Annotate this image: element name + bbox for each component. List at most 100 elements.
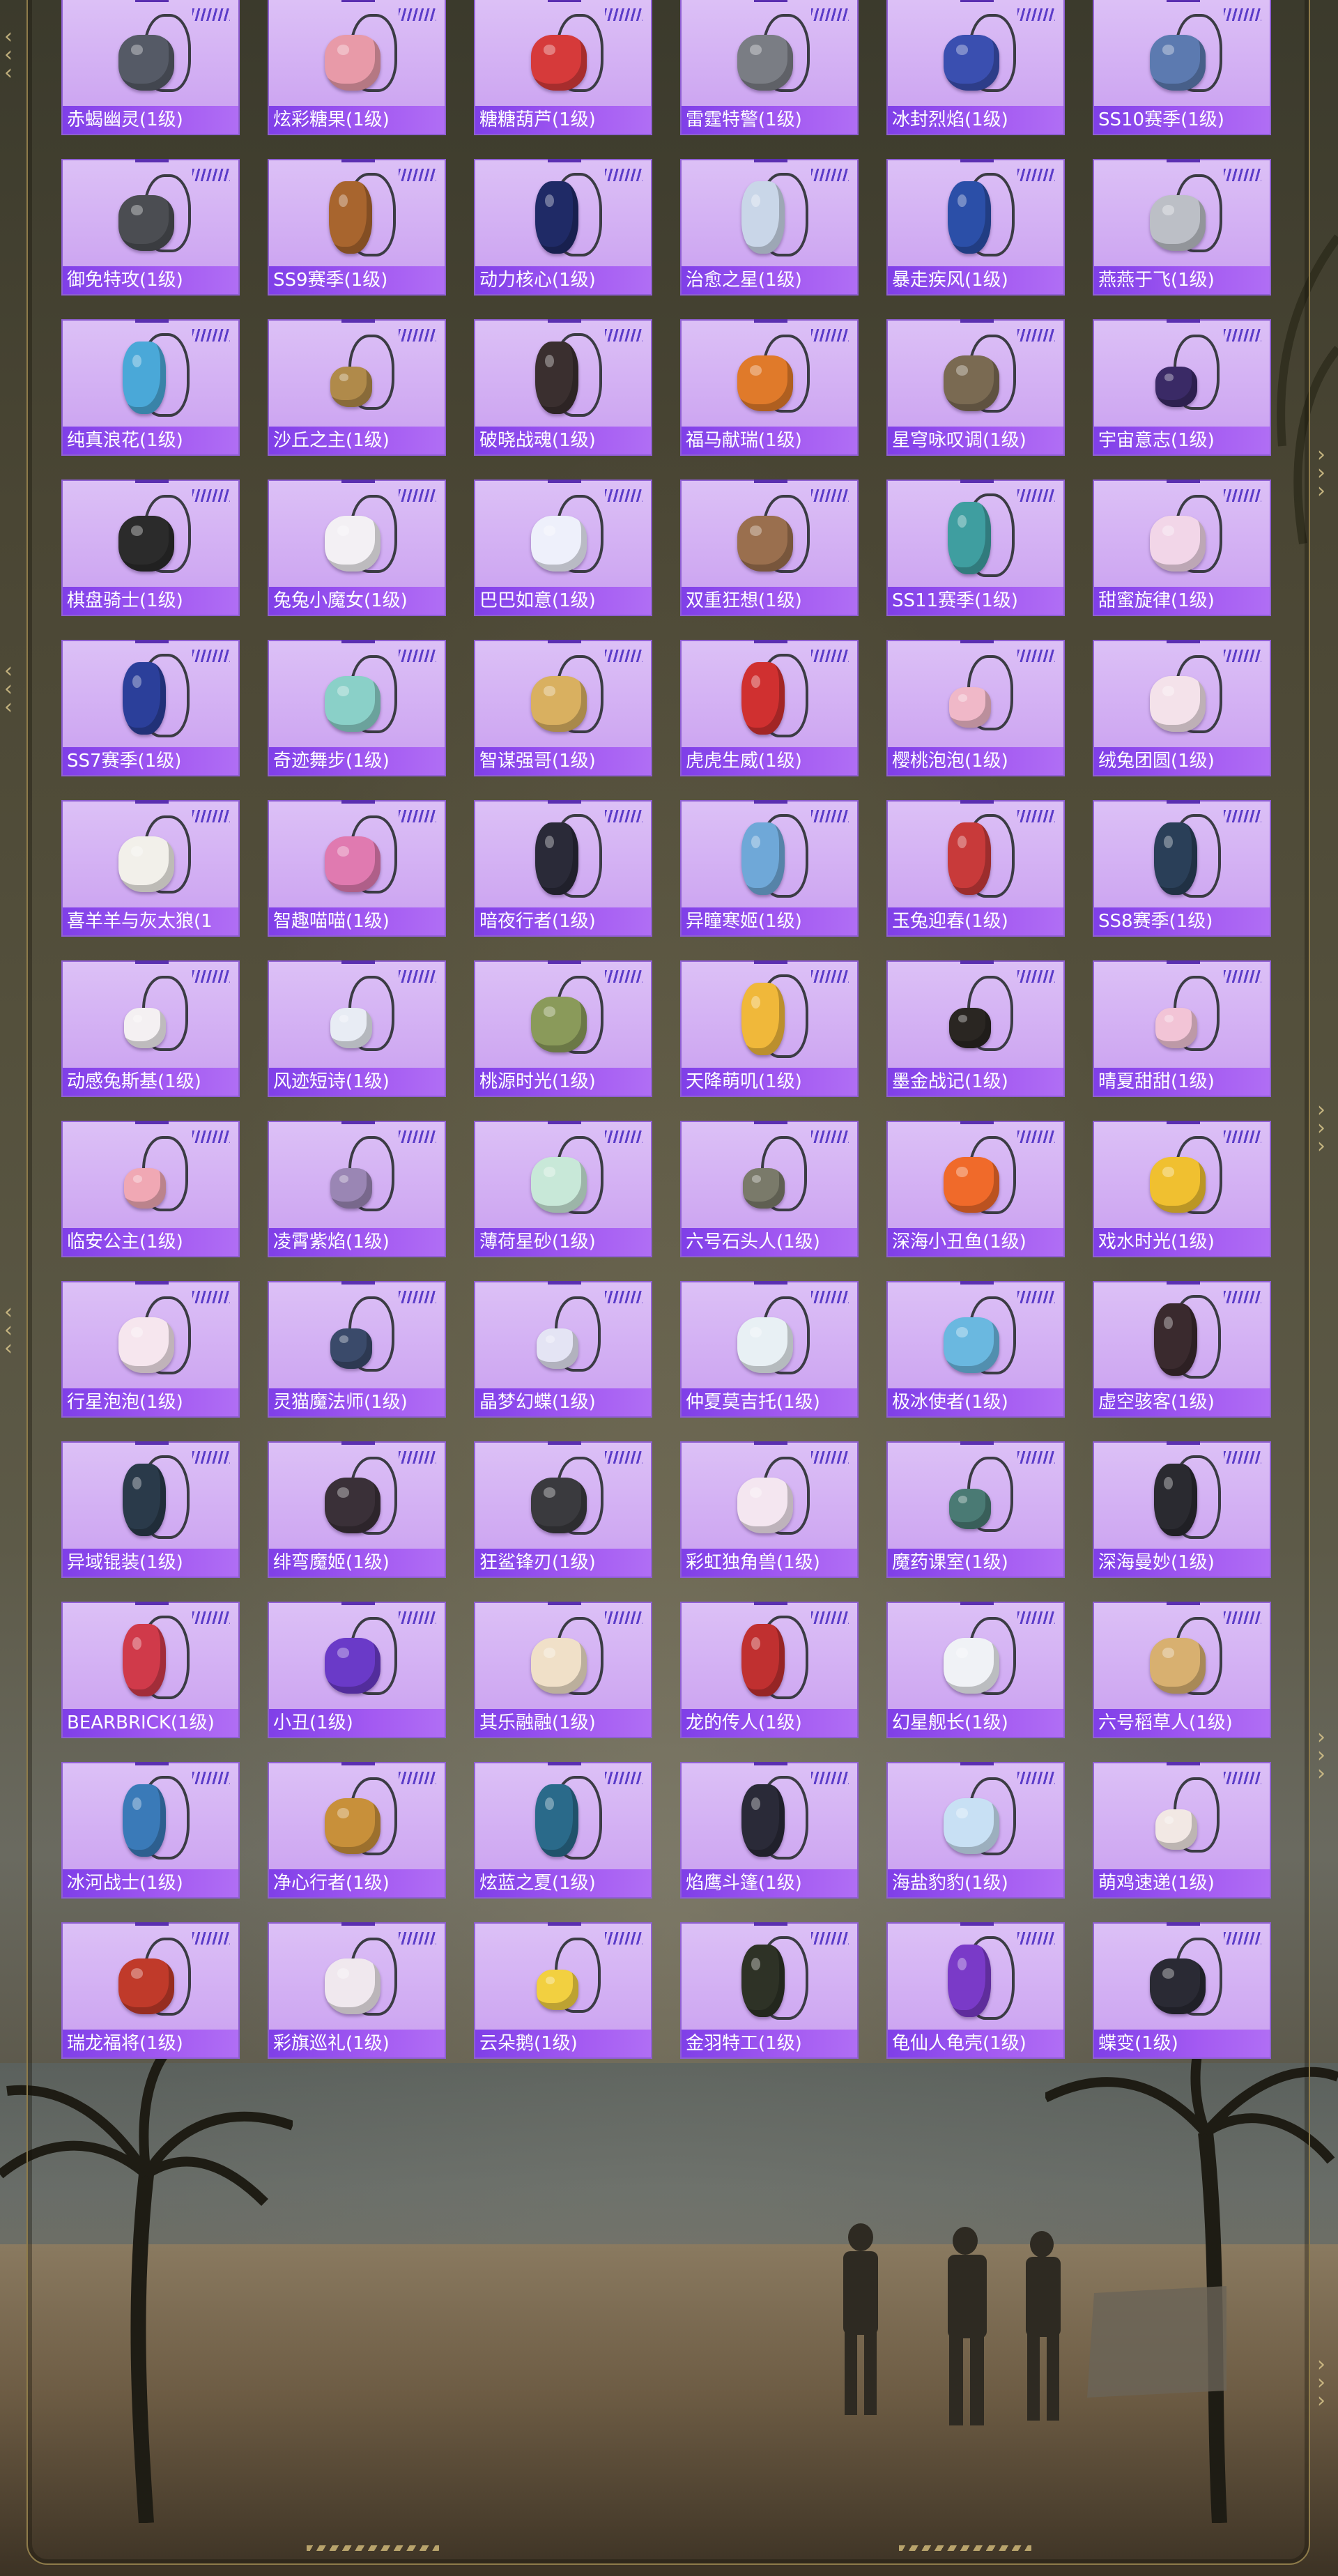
backpack-item-card[interactable]: 绯弯魔姬(1级): [268, 1441, 446, 1578]
backpack-item-card[interactable]: 沙丘之主(1级): [268, 319, 446, 456]
backpack-item-card[interactable]: 星穹咏叹调(1级): [886, 319, 1065, 456]
backpack-item-card[interactable]: 深海小丑鱼(1级): [886, 1121, 1065, 1257]
backpack-item-card[interactable]: SS7赛季(1级): [61, 640, 240, 776]
backpack-item-card[interactable]: 其乐融融(1级): [474, 1602, 652, 1738]
item-name-label: SS9赛季(1级): [269, 266, 445, 294]
backpack-item-card[interactable]: 奇迹舞步(1级): [268, 640, 446, 776]
backpack-item-card[interactable]: BEARBRICK(1级): [61, 1602, 240, 1738]
scarlet-witch-backpack-icon: [311, 1452, 406, 1542]
backpack-item-card[interactable]: 炫彩糖果(1级): [268, 0, 446, 135]
backpack-item-card[interactable]: SS9赛季(1级): [268, 159, 446, 296]
bag-icon-part: [325, 516, 380, 572]
backpack-item-card[interactable]: 动力核心(1级): [474, 159, 652, 296]
item-name-label: 喜羊羊与灰太狼(1: [63, 907, 238, 935]
backpack-item-card[interactable]: SS10赛季(1级): [1093, 0, 1271, 135]
backpack-item-card[interactable]: 风迹短诗(1级): [268, 960, 446, 1097]
backpack-item-card[interactable]: 喜羊羊与灰太狼(1: [61, 800, 240, 937]
backpack-item-card[interactable]: 绒兔团圆(1级): [1093, 640, 1271, 776]
backpack-item-card[interactable]: 凌霄紫焰(1级): [268, 1121, 446, 1257]
backpack-item-card[interactable]: 净心行者(1级): [268, 1762, 446, 1899]
right-chevrons-decoration: › › ›: [1317, 1725, 1325, 1786]
backpack-item-card[interactable]: 彩旗巡礼(1级): [268, 1922, 446, 2059]
backpack-item-card[interactable]: 智趣喵喵(1级): [268, 800, 446, 937]
bag-icon-part: [1155, 367, 1197, 407]
backpack-item-card[interactable]: 赤蝎幽灵(1级): [61, 0, 240, 135]
candy-backpack-icon: [311, 10, 406, 99]
backpack-item-card[interactable]: 戏水时光(1级): [1093, 1121, 1271, 1257]
smart-cat-backpack-icon: [311, 811, 406, 900]
backpack-item-card[interactable]: 双重狂想(1级): [680, 480, 859, 616]
backpack-item-card[interactable]: 灵猫魔法师(1级): [268, 1281, 446, 1418]
bag-icon-part: [118, 35, 174, 91]
backpack-item-card[interactable]: 福马献瑞(1级): [680, 319, 859, 456]
backpack-item-card[interactable]: 炫蓝之夏(1级): [474, 1762, 652, 1899]
backpack-item-card[interactable]: 狂鲨锋刃(1级): [474, 1441, 652, 1578]
backpack-item-card[interactable]: 暴走疾风(1级): [886, 159, 1065, 296]
backpack-item-card[interactable]: 蝶变(1级): [1093, 1922, 1271, 2059]
backpack-item-card[interactable]: 治愈之星(1级): [680, 159, 859, 296]
backpack-item-card[interactable]: 雷霆特警(1级): [680, 0, 859, 135]
backpack-item-card[interactable]: 宇宙意志(1级): [1093, 319, 1271, 456]
item-name-label: 治愈之星(1级): [682, 266, 857, 294]
backpack-item-card[interactable]: 樱桃泡泡(1级): [886, 640, 1065, 776]
backpack-item-card[interactable]: 深海曼妙(1级): [1093, 1441, 1271, 1578]
backpack-item-card[interactable]: 极冰使者(1级): [886, 1281, 1065, 1418]
item-name-label: 冰封烈焰(1级): [888, 106, 1063, 134]
backpack-item-card[interactable]: 幻星舰长(1级): [886, 1602, 1065, 1738]
backpack-item-card[interactable]: 云朵鹅(1级): [474, 1922, 652, 2059]
backpack-item-card[interactable]: 晴夏甜甜(1级): [1093, 960, 1271, 1097]
backpack-item-card[interactable]: SS11赛季(1级): [886, 480, 1065, 616]
bag-icon-part: [325, 836, 380, 892]
backpack-item-card[interactable]: 糖糖葫芦(1级): [474, 0, 652, 135]
item-name-label: 棋盘骑士(1级): [63, 587, 238, 615]
backpack-item-card[interactable]: 兔兔小魔女(1级): [268, 480, 446, 616]
backpack-item-card[interactable]: 动感兔斯基(1级): [61, 960, 240, 1097]
backpack-item-card[interactable]: 桃源时光(1级): [474, 960, 652, 1097]
backpack-item-card[interactable]: 虎虎生威(1级): [680, 640, 859, 776]
backpack-item-card[interactable]: 异瞳寒姬(1级): [680, 800, 859, 937]
backpack-item-card[interactable]: 晶梦幻蝶(1级): [474, 1281, 652, 1418]
backpack-item-card[interactable]: 六号石头人(1级): [680, 1121, 859, 1257]
backpack-item-card[interactable]: 龙的传人(1级): [680, 1602, 859, 1738]
backpack-item-card[interactable]: 冰河战士(1级): [61, 1762, 240, 1899]
bag-icon-part: [325, 1638, 380, 1694]
backpack-item-card[interactable]: 仲夏莫吉托(1级): [680, 1281, 859, 1418]
backpack-item-card[interactable]: 纯真浪花(1级): [61, 319, 240, 456]
backpack-item-card[interactable]: 破晓战魂(1级): [474, 319, 652, 456]
backpack-item-card[interactable]: 魔药课室(1级): [886, 1441, 1065, 1578]
backpack-item-card[interactable]: 墨金战记(1级): [886, 960, 1065, 1097]
miracle-dance-backpack-icon: [311, 651, 406, 740]
backpack-item-card[interactable]: 薄荷星砂(1级): [474, 1121, 652, 1257]
backpack-item-card[interactable]: 临安公主(1级): [61, 1121, 240, 1257]
backpack-item-card[interactable]: 棋盘骑士(1级): [61, 480, 240, 616]
backpack-item-card[interactable]: 小丑(1级): [268, 1602, 446, 1738]
backpack-item-card[interactable]: 暗夜行者(1级): [474, 800, 652, 937]
backpack-item-card[interactable]: 甜蜜旋律(1级): [1093, 480, 1271, 616]
item-name-label: 福马献瑞(1级): [682, 427, 857, 454]
backpack-item-card[interactable]: 虚空骇客(1级): [1093, 1281, 1271, 1418]
backpack-item-card[interactable]: 六号稻草人(1级): [1093, 1602, 1271, 1738]
backpack-item-card[interactable]: SS8赛季(1级): [1093, 800, 1271, 937]
backpack-item-card[interactable]: 御免特攻(1级): [61, 159, 240, 296]
backpack-item-card[interactable]: 天降萌叽(1级): [680, 960, 859, 1097]
bag-icon-part: [535, 181, 578, 254]
backpack-item-card[interactable]: 玉兔迎春(1级): [886, 800, 1065, 937]
item-name-label: 狂鲨锋刃(1级): [475, 1549, 651, 1577]
backpack-item-card[interactable]: 萌鸡速递(1级): [1093, 1762, 1271, 1899]
backpack-item-card[interactable]: 异域锟装(1级): [61, 1441, 240, 1578]
backpack-item-card[interactable]: 金羽特工(1级): [680, 1922, 859, 2059]
backpack-item-card[interactable]: 巴巴如意(1级): [474, 480, 652, 616]
sunny-sweet-backpack-icon: [1136, 972, 1231, 1061]
backpack-item-card[interactable]: 彩虹独角兽(1级): [680, 1441, 859, 1578]
backpack-item-card[interactable]: 龟仙人龟壳(1级): [886, 1922, 1065, 2059]
backpack-item-card[interactable]: 燕燕于飞(1级): [1093, 159, 1271, 296]
backpack-item-card[interactable]: 海盐豹豹(1级): [886, 1762, 1065, 1899]
backpack-item-card[interactable]: 冰封烈焰(1级): [886, 0, 1065, 135]
backpack-item-card[interactable]: 智谋强哥(1级): [474, 640, 652, 776]
backpack-item-card[interactable]: 行星泡泡(1级): [61, 1281, 240, 1418]
ss11-backpack-icon: [930, 491, 1024, 580]
backpack-item-card[interactable]: 瑞龙福将(1级): [61, 1922, 240, 2059]
backpack-item-card[interactable]: 焰鹰斗篷(1级): [680, 1762, 859, 1899]
bag-icon-part: [531, 516, 587, 572]
bottom-stripe-decoration: [899, 2545, 1031, 2551]
